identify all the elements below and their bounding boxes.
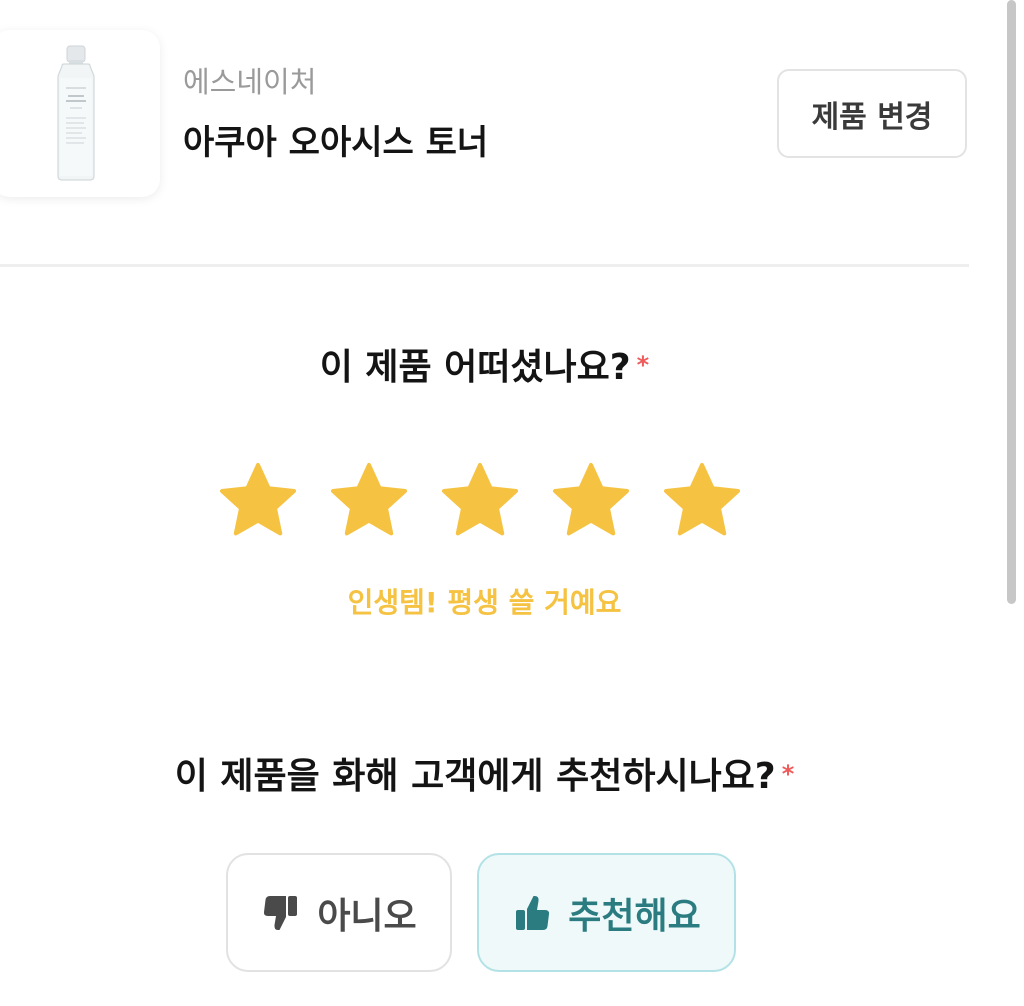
star-rating	[218, 461, 748, 541]
scrollbar-thumb[interactable]	[1007, 0, 1016, 604]
required-mark: *	[636, 351, 650, 379]
thumbs-up-icon	[512, 893, 552, 933]
rating-question: 이 제품 어떠셨나요? *	[0, 340, 969, 393]
product-brand: 에스네이처	[183, 65, 317, 99]
star-2-icon[interactable]	[329, 461, 409, 541]
required-mark: *	[781, 760, 795, 788]
star-1-icon[interactable]	[218, 461, 298, 541]
product-name: 아쿠아 오아시스 토너	[183, 123, 489, 163]
change-product-button[interactable]: 제품 변경	[777, 69, 967, 158]
section-divider	[0, 264, 969, 267]
recommend-label: 추천해요	[568, 895, 701, 937]
product-thumbnail	[0, 30, 160, 197]
star-3-icon[interactable]	[440, 461, 520, 541]
rating-caption: 인생템! 평생 쓸 거예요	[347, 586, 622, 619]
not-recommend-label: 아니오	[317, 895, 417, 937]
thumbs-down-icon	[261, 893, 301, 933]
recommend-question: 이 제품을 화해 고객에게 추천하시나요? *	[0, 748, 969, 803]
recommend-button[interactable]: 추천해요	[477, 853, 736, 972]
rating-question-text: 이 제품 어떠셨나요?	[319, 347, 631, 388]
review-page: 에스네이처 아쿠아 오아시스 토너 제품 변경 이 제품 어떠셨나요? * 인생템…	[0, 0, 1024, 1006]
star-5-icon[interactable]	[662, 461, 742, 541]
recommend-question-text: 이 제품을 화해 고객에게 추천하시나요?	[174, 756, 776, 797]
toner-bottle-image	[57, 45, 95, 181]
not-recommend-button[interactable]: 아니오	[226, 853, 452, 972]
star-4-icon[interactable]	[551, 461, 631, 541]
